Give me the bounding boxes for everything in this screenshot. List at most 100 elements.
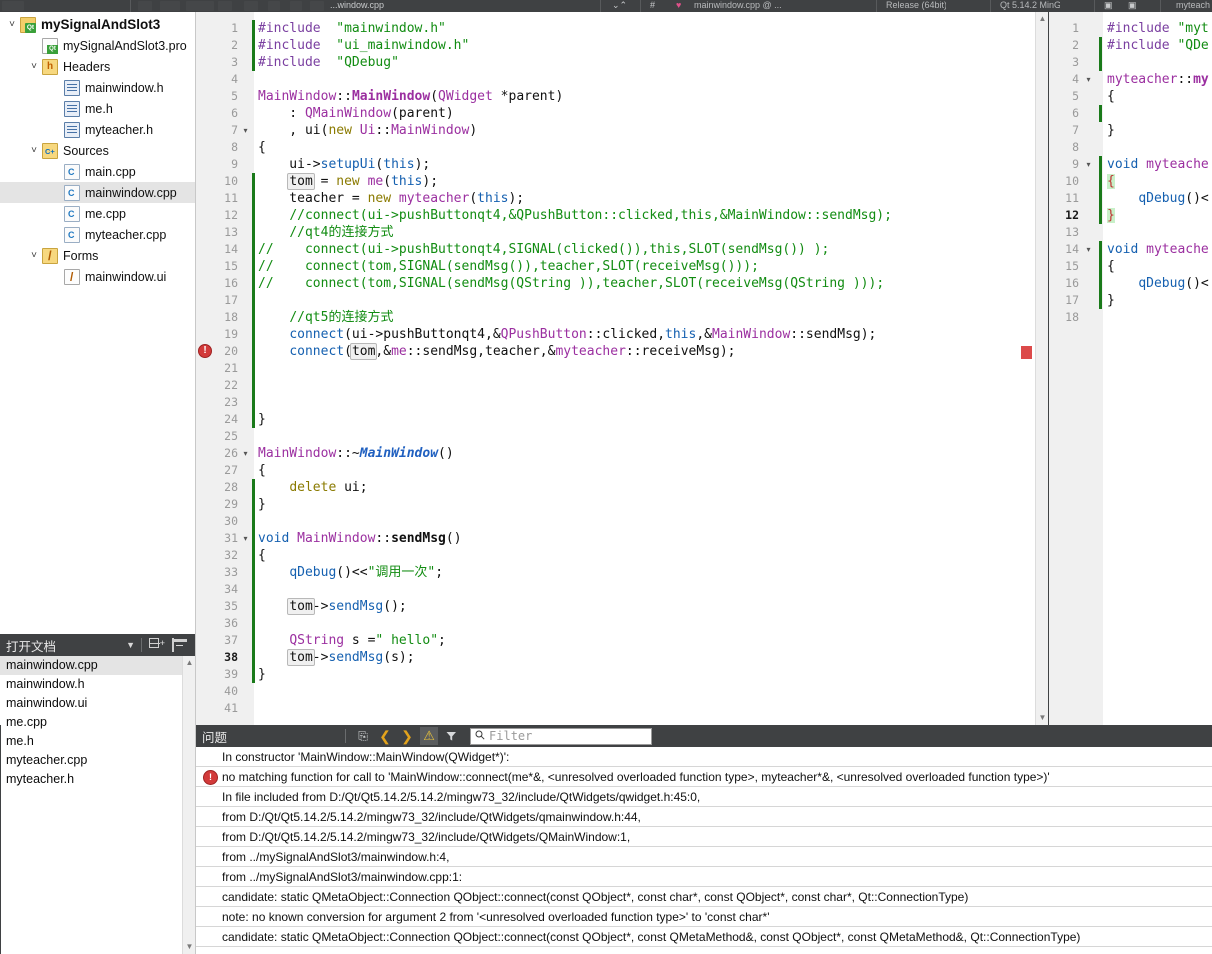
code-line[interactable]: { xyxy=(258,462,266,479)
tree-item-me-cpp[interactable]: ˅me.cpp xyxy=(0,203,195,224)
toolbar-label-7[interactable]: ▣ xyxy=(1104,0,1116,11)
filter-input[interactable]: Filter xyxy=(470,727,653,745)
code-line[interactable]: { xyxy=(258,547,266,564)
code-line[interactable]: tom->sendMsg(s); xyxy=(258,649,415,666)
code-line[interactable]: // connect(tom,SIGNAL(sendMsg(QString ))… xyxy=(258,275,884,292)
open-documents-panel[interactable]: 打开文档 ▼ + mainwindow.cpp mainwindow.h mainw… xyxy=(0,634,196,954)
fold-toggle-icon[interactable]: ▾ xyxy=(1083,71,1094,88)
issue-row[interactable]: candidate: static QMetaObject::Connectio… xyxy=(196,887,1212,907)
error-marker-icon[interactable] xyxy=(198,344,212,358)
code-editor-mainwindow-cpp[interactable]: 1 #include "mainwindow.h" 2 #include "ui_ma… xyxy=(196,12,1048,725)
code-line[interactable]: // connect(tom,SIGNAL(sendMsg()),teacher… xyxy=(258,258,759,275)
project-tree[interactable]: ˅mySignalAndSlot3˅mySignalAndSlot3.pro˅H… xyxy=(0,12,195,287)
toolbar-label-3[interactable]: ♥ xyxy=(676,0,688,11)
toolbar-label-6[interactable]: Qt 5.14.2 MinGW xyxy=(1000,0,1060,11)
open-document-mainwindow-cpp[interactable]: mainwindow.cpp xyxy=(0,656,195,675)
code-line[interactable]: #include "QDe xyxy=(1107,37,1209,54)
toolbar-label-5[interactable]: Release (64bit) xyxy=(886,0,946,11)
toolbar-button-3[interactable] xyxy=(186,1,214,11)
open-documents-list[interactable]: mainwindow.cpp mainwindow.h mainwindow.ui m… xyxy=(0,656,195,954)
tree-item-myteacher-cpp[interactable]: ˅myteacher.cpp xyxy=(0,224,195,245)
minimize-panel-icon[interactable] xyxy=(172,638,187,652)
scroll-up-icon[interactable]: ▲ xyxy=(183,656,196,670)
toolbar-button-0[interactable] xyxy=(2,1,24,11)
chevron-down-icon[interactable]: ▼ xyxy=(126,640,135,650)
filter-funnel-icon[interactable] xyxy=(442,727,460,745)
issue-row[interactable]: note: no known conversion for argument 2… xyxy=(196,907,1212,927)
code-line[interactable]: { xyxy=(1107,173,1115,190)
tree-item-forms[interactable]: ˅ Forms xyxy=(0,245,195,266)
chevron-down-icon[interactable]: ˅ xyxy=(26,61,42,72)
code-line[interactable]: qDebug()<<"调用一次"; xyxy=(258,564,443,581)
code-line[interactable]: QString s =" hello"; xyxy=(258,632,446,649)
open-documents-scrollbar[interactable]: ▲ ▼ xyxy=(182,656,195,954)
tree-item-mainwindow-ui[interactable]: ˅mainwindow.ui xyxy=(0,266,195,287)
code-line[interactable]: qDebug()< xyxy=(1107,275,1208,292)
toolbar-button-1[interactable] xyxy=(138,1,152,11)
fold-toggle-icon[interactable]: ▾ xyxy=(1083,241,1094,258)
code-line[interactable]: MainWindow::~MainWindow() xyxy=(258,445,454,462)
code-line[interactable]: } xyxy=(1107,122,1115,139)
code-line[interactable]: //qt5的连接方式 xyxy=(258,309,393,326)
error-overview-marker[interactable] xyxy=(1021,346,1032,359)
chevron-down-icon[interactable]: ˅ xyxy=(26,250,42,261)
tree-item-headers[interactable]: ˅ Headers xyxy=(0,56,195,77)
tree-item-mainwindow-cpp[interactable]: ˅mainwindow.cpp xyxy=(0,182,195,203)
code-line[interactable]: void myteache xyxy=(1107,241,1209,258)
open-document-mainwindow-h[interactable]: mainwindow.h xyxy=(0,675,195,694)
code-line[interactable]: teacher = new myteacher(this); xyxy=(258,190,524,207)
toolbar-label-4[interactable]: mainwindow.cpp @ ... xyxy=(694,0,834,11)
open-document-myteacher-cpp[interactable]: myteacher.cpp xyxy=(0,751,195,770)
code-line[interactable]: } xyxy=(1107,207,1115,224)
editor-vertical-scrollbar[interactable]: ▲ ▼ xyxy=(1035,12,1048,725)
code-line[interactable]: } xyxy=(258,666,266,683)
code-line[interactable]: void myteache xyxy=(1107,156,1209,173)
code-line[interactable]: #include "myt xyxy=(1107,20,1209,37)
toolbar-button-6[interactable] xyxy=(268,1,280,11)
toolbar-button-5[interactable] xyxy=(244,1,258,11)
toolbar-label-9[interactable]: myteacher.cpp xyxy=(1176,0,1210,11)
issue-row[interactable]: candidate: static QMetaObject::Connectio… xyxy=(196,927,1212,947)
chevron-down-icon[interactable]: ˅ xyxy=(26,145,42,156)
code-line[interactable]: , ui(new Ui::MainWindow) xyxy=(258,122,477,139)
code-line[interactable]: void MainWindow::sendMsg() xyxy=(258,530,462,547)
code-line[interactable]: connect(ui->pushButtonqt4,&QPushButton::… xyxy=(258,326,876,343)
code-line[interactable]: ui->setupUi(this); xyxy=(258,156,430,173)
code-line[interactable]: MainWindow::MainWindow(QWidget *parent) xyxy=(258,88,563,105)
chevron-down-icon[interactable]: ˅ xyxy=(4,19,20,30)
split-add-icon[interactable]: + xyxy=(149,638,165,652)
code-line[interactable]: qDebug()< xyxy=(1107,190,1208,207)
code-line[interactable]: } xyxy=(258,496,266,513)
previous-issue-icon[interactable]: ❮ xyxy=(376,727,394,745)
issue-row[interactable]: In file included from D:/Qt/Qt5.14.2/5.1… xyxy=(196,787,1212,807)
code-line[interactable]: } xyxy=(1107,292,1115,309)
issue-row[interactable]: from D:/Qt/Qt5.14.2/5.14.2/mingw73_32/in… xyxy=(196,827,1212,847)
toolbar-label-0[interactable]: ...window.cpp xyxy=(330,0,386,11)
scroll-down-icon[interactable]: ▼ xyxy=(183,940,196,954)
tree-item-sources[interactable]: ˅ Sources xyxy=(0,140,195,161)
project-tree-sidebar[interactable]: ˅mySignalAndSlot3˅mySignalAndSlot3.pro˅H… xyxy=(0,12,196,634)
tree-item-mainwindow-h[interactable]: ˅mainwindow.h xyxy=(0,77,195,98)
code-line[interactable]: myteacher::my xyxy=(1107,71,1209,88)
toolbar-button-4[interactable] xyxy=(218,1,232,11)
issue-row[interactable]: no matching function for call to 'MainWi… xyxy=(196,767,1212,787)
tree-item-me-h[interactable]: ˅me.h xyxy=(0,98,195,119)
open-document-mainwindow-ui[interactable]: mainwindow.ui xyxy=(0,694,195,713)
open-document-myteacher-h[interactable]: myteacher.h xyxy=(0,770,195,789)
code-line[interactable]: //qt4的连接方式 xyxy=(258,224,393,241)
toolbar-button-8[interactable] xyxy=(310,1,324,11)
tree-item-mysignalandslot3[interactable]: ˅ mySignalAndSlot3 xyxy=(0,14,195,35)
fold-toggle-icon[interactable]: ▾ xyxy=(240,530,251,547)
code-line[interactable]: { xyxy=(258,139,266,156)
warning-filter-icon[interactable]: ⚠ xyxy=(420,727,439,745)
fold-toggle-icon[interactable]: ▾ xyxy=(240,445,251,462)
fold-toggle-icon[interactable]: ▾ xyxy=(1083,156,1094,173)
code-line[interactable]: tom->sendMsg(); xyxy=(258,598,407,615)
code-line[interactable]: delete ui; xyxy=(258,479,367,496)
toolbar-label-8[interactable]: ▣ xyxy=(1128,0,1140,11)
code-line[interactable]: { xyxy=(1107,258,1115,275)
issues-panel[interactable]: 问题 ⎘ ❮ ❯ ⚠ Filter In constructor 'MainWi… xyxy=(196,725,1212,954)
fold-toggle-icon[interactable]: ▾ xyxy=(240,122,251,139)
toolbar-button-2[interactable] xyxy=(160,1,180,11)
code-line[interactable]: #include "mainwindow.h" xyxy=(258,20,446,37)
